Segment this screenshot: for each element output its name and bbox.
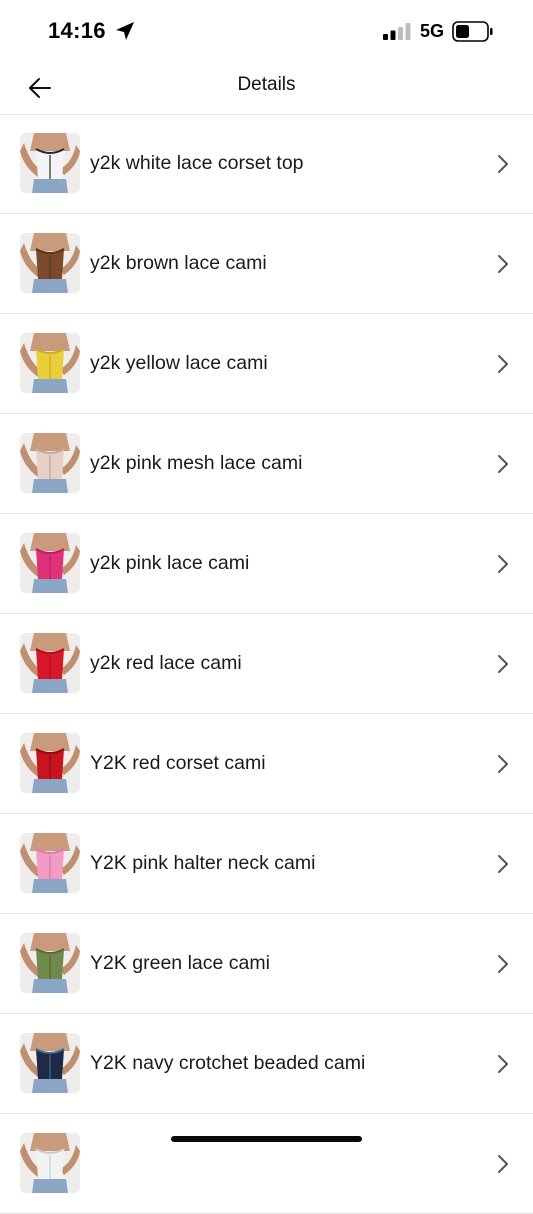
- product-thumbnail: [20, 733, 80, 793]
- item-label: y2k red lace cami: [90, 652, 242, 674]
- chevron-right-icon: [498, 255, 508, 273]
- chevron-right-icon: [498, 655, 508, 673]
- list-item[interactable]: Y2K navy crotchet beaded cami: [0, 1014, 533, 1114]
- item-label: Y2K navy crotchet beaded cami: [90, 1052, 366, 1074]
- cami-product-image: [20, 633, 80, 693]
- product-list: y2k white lace corset top y2k brown lace…: [0, 114, 533, 1214]
- battery-icon: [452, 21, 494, 42]
- chevron-right-icon: [498, 1155, 508, 1173]
- item-label: Y2K green lace cami: [90, 952, 270, 974]
- cami-product-image: [20, 833, 80, 893]
- list-item[interactable]: y2k white lace corset top: [0, 114, 533, 214]
- list-item[interactable]: y2k red lace cami: [0, 614, 533, 714]
- item-label: Y2K pink halter neck cami: [90, 852, 316, 874]
- chevron-right-icon: [498, 755, 508, 773]
- item-label: y2k brown lace cami: [90, 252, 267, 274]
- item-label: y2k yellow lace cami: [90, 352, 268, 374]
- page-title: Details: [237, 74, 296, 95]
- cami-product-image: [20, 533, 80, 593]
- chevron-right-icon: [498, 455, 508, 473]
- chevron-right-icon: [498, 1055, 508, 1073]
- list-item[interactable]: Y2K green lace cami: [0, 914, 533, 1014]
- product-thumbnail: [20, 833, 80, 893]
- cami-product-image: [20, 1033, 80, 1093]
- product-thumbnail: [20, 333, 80, 393]
- product-thumbnail: [20, 933, 80, 993]
- list-item[interactable]: y2k pink mesh lace cami: [0, 414, 533, 514]
- cami-product-image: [20, 1133, 80, 1193]
- item-label: y2k pink lace cami: [90, 552, 250, 574]
- cami-product-image: [20, 733, 80, 793]
- list-item[interactable]: [0, 1114, 533, 1214]
- cami-product-image: [20, 233, 80, 293]
- item-label: y2k white lace corset top: [90, 152, 304, 174]
- status-bar: 14:16 5G: [0, 0, 533, 62]
- chevron-right-icon: [498, 355, 508, 373]
- network-label: 5G: [420, 21, 445, 41]
- chevron-right-icon: [498, 855, 508, 873]
- item-label: y2k pink mesh lace cami: [90, 452, 303, 474]
- location-arrow-icon: [114, 20, 136, 42]
- product-thumbnail: [20, 233, 80, 293]
- list-item[interactable]: Y2K pink halter neck cami: [0, 814, 533, 914]
- cami-product-image: [20, 433, 80, 493]
- list-item[interactable]: Y2K red corset cami: [0, 714, 533, 814]
- product-thumbnail: [20, 533, 80, 593]
- product-thumbnail: [20, 1033, 80, 1093]
- item-label: Y2K red corset cami: [90, 752, 266, 774]
- list-item[interactable]: y2k brown lace cami: [0, 214, 533, 314]
- chevron-right-icon: [498, 155, 508, 173]
- home-indicator[interactable]: [171, 1136, 362, 1142]
- status-time: 14:16: [48, 18, 106, 43]
- product-thumbnail: [20, 133, 80, 193]
- cami-product-image: [20, 333, 80, 393]
- chevron-right-icon: [498, 555, 508, 573]
- list-item[interactable]: y2k yellow lace cami: [0, 314, 533, 414]
- signal-icon: [383, 23, 411, 40]
- product-thumbnail: [20, 1133, 80, 1193]
- product-thumbnail: [20, 433, 80, 493]
- header: Details: [0, 62, 533, 115]
- chevron-right-icon: [498, 955, 508, 973]
- product-thumbnail: [20, 633, 80, 693]
- cami-product-image: [20, 933, 80, 993]
- cami-product-image: [20, 133, 80, 193]
- list-item[interactable]: y2k pink lace cami: [0, 514, 533, 614]
